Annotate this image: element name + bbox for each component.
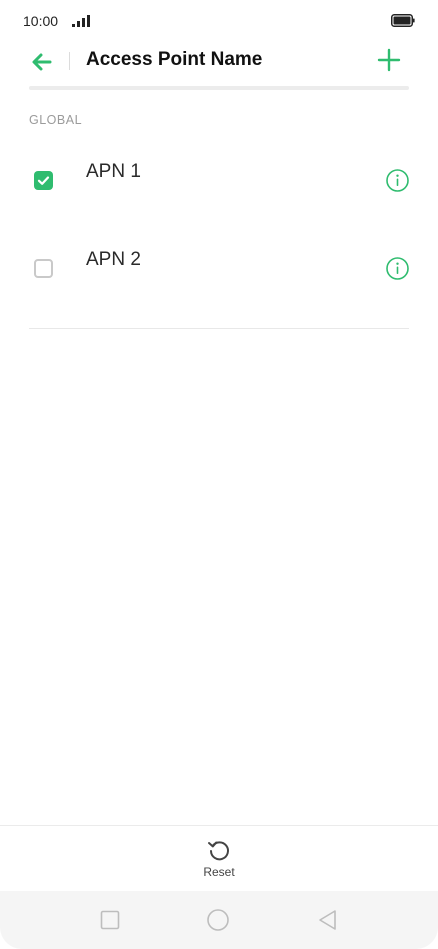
reset-label: Reset xyxy=(203,865,235,879)
battery-icon xyxy=(391,14,415,27)
square-icon xyxy=(100,910,120,930)
apn-1-checkbox[interactable] xyxy=(34,171,53,190)
reset-icon xyxy=(208,841,229,861)
circle-icon xyxy=(207,909,229,931)
page-title: Access Point Name xyxy=(86,49,263,70)
info-icon xyxy=(386,169,409,192)
triangle-back-icon xyxy=(319,910,336,930)
apn-2-checkbox[interactable] xyxy=(34,259,53,278)
system-nav-bar xyxy=(0,891,438,949)
check-icon xyxy=(37,176,50,185)
plus-icon xyxy=(377,48,401,72)
apn-1-info-button[interactable] xyxy=(385,168,410,193)
add-apn-button[interactable] xyxy=(375,46,403,74)
apn-2-label: APN 2 xyxy=(86,249,141,270)
recents-button[interactable] xyxy=(98,908,122,932)
home-button[interactable] xyxy=(206,908,230,932)
status-time: 10:00 xyxy=(23,13,59,29)
back-arrow-icon xyxy=(32,53,52,71)
back-button[interactable] xyxy=(28,48,56,76)
header-divider xyxy=(29,86,409,90)
apn-1-label: APN 1 xyxy=(86,161,141,182)
section-title-global: GLOBAL xyxy=(29,113,83,127)
info-icon xyxy=(386,257,409,280)
list-divider xyxy=(29,328,409,329)
apn-row-1[interactable]: APN 1 xyxy=(0,150,438,210)
apn-2-info-button[interactable] xyxy=(385,256,410,281)
status-bar: 10:00 xyxy=(0,0,438,42)
signal-icon xyxy=(72,15,90,27)
app-bar-divider xyxy=(69,52,70,70)
apn-row-2[interactable]: APN 2 xyxy=(0,238,438,298)
app-bar: Access Point Name xyxy=(0,42,438,82)
reset-button[interactable]: Reset xyxy=(189,836,249,886)
nav-back-button[interactable] xyxy=(316,908,340,932)
bottom-toolbar: Reset xyxy=(0,825,438,891)
